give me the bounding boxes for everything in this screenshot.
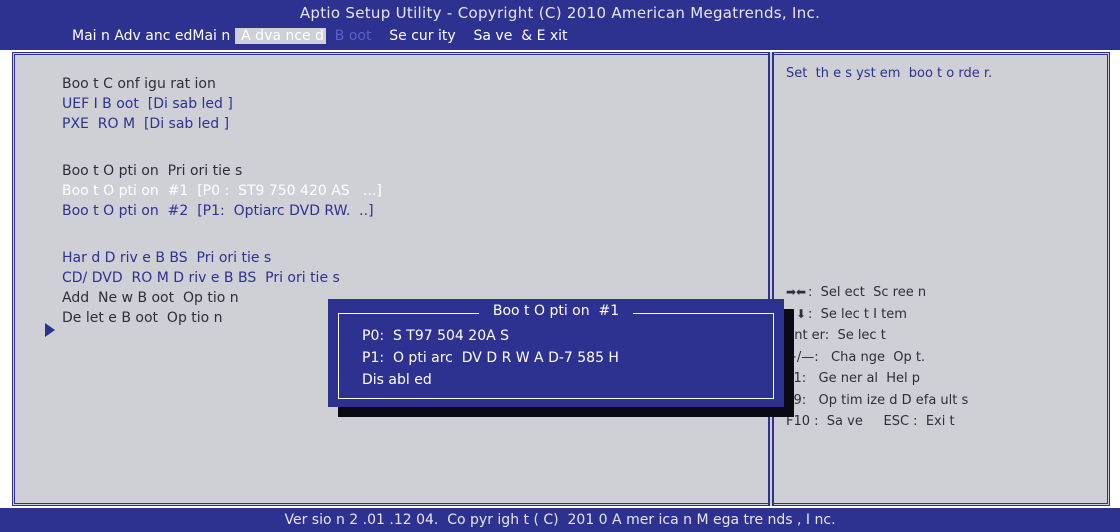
settings-list: Boo t C onf igu rat ion UEF I B oot [Di … xyxy=(62,74,382,328)
boot-option-priorities-heading: Boo t O pti on Pri ori tie s xyxy=(62,163,243,179)
key-hint: F10 : Sa ve ESC : Exi t xyxy=(786,411,968,433)
hdd-bbs-priorities[interactable]: Har d D riv e B BS Pri ori tie s xyxy=(62,248,382,268)
popup-option-disabled[interactable]: Dis abl ed xyxy=(362,369,619,391)
boot-option-popup: Boo t O pti on #1 P0: S T97 504 20A S P1… xyxy=(328,299,784,407)
boot-option-2[interactable]: Boo t O pti on #2 [P1: Optiarc DVD RW. .… xyxy=(62,201,382,221)
boot-option-1[interactable]: Boo t O pti on #1 [P0 : ST9 750 420 AS .… xyxy=(62,181,382,201)
top-bar: Aptio Setup Utility - Copyright (C) 2010… xyxy=(0,0,1120,50)
tab-main[interactable]: Mai n Adv anc edMai n xyxy=(72,28,235,44)
popup-title-text: Boo t O pti on #1 xyxy=(478,303,634,319)
left-right-arrows-icon: ➡⬅ xyxy=(786,285,807,299)
menu-tabs: Mai n Adv anc edMai n A dva nce d B oot … xyxy=(72,26,568,46)
tab-boot[interactable]: B oot xyxy=(326,28,376,44)
key-hint-text: : Se lec t I tem xyxy=(808,306,907,322)
key-hint-text: F1: Ge ner al Hel p xyxy=(786,371,921,386)
tab-security[interactable]: Se cur ity xyxy=(376,28,455,44)
key-hint-text: : Sel ect Sc ree n xyxy=(808,285,927,300)
key-hint-text: +/—: Cha nge Op t. xyxy=(786,349,926,365)
popup-option-p1[interactable]: P1: O pti arc DV D R W A D-7 585 H xyxy=(362,347,619,369)
cd-dvd-bbs-priorities[interactable]: CD/ DVD RO M D riv e B BS Pri ori tie s xyxy=(62,268,382,288)
uefi-boot-option[interactable]: UEF I B oot [Di sab led ] xyxy=(62,94,382,114)
key-hint: Ent er: Se lec t xyxy=(786,325,968,347)
popup-title: Boo t O pti on #1 xyxy=(328,303,784,319)
key-hint: F1: Ge ner al Hel p xyxy=(786,368,968,390)
app-title: Aptio Setup Utility - Copyright (C) 2010… xyxy=(299,4,821,22)
popup-options: P0: S T97 504 20A S P1: O pti arc DV D R… xyxy=(362,325,619,391)
key-hint-text: F10 : Sa ve ESC : Exi t xyxy=(786,414,955,429)
key-hint: ⬆⬇: Se lec t I tem xyxy=(786,304,968,326)
key-legend: ➡⬅: Sel ect Sc ree n ⬆⬇: Se lec t I tem … xyxy=(786,282,968,433)
popup-option-p0[interactable]: P0: S T97 504 20A S xyxy=(362,325,619,347)
key-hint-text: Ent er: Se lec t xyxy=(786,328,886,343)
panel-divider xyxy=(768,52,774,506)
tab-save-exit[interactable]: Sa ve & E xit xyxy=(456,28,567,44)
key-hint: +/—: Cha nge Op t. xyxy=(786,347,968,369)
tab-advanced[interactable]: A dva nce d xyxy=(234,28,326,44)
version-footer: Ver sio n 2 .01 .12 04. Co pyr igh t ( C… xyxy=(0,508,1120,532)
pxe-rom-option[interactable]: PXE RO M [Di sab led ] xyxy=(62,114,382,134)
key-hint: F9: Op tim ize d D efa ult s xyxy=(786,390,968,412)
key-hint: ➡⬅: Sel ect Sc ree n xyxy=(786,282,968,304)
key-hint-text: F9: Op tim ize d D efa ult s xyxy=(786,392,969,408)
help-text: Set th e s yst em boo t o rde r. xyxy=(786,66,993,81)
boot-configuration-heading: Boo t C onf igu rat ion xyxy=(62,76,216,92)
submenu-arrow-icon xyxy=(45,323,55,337)
